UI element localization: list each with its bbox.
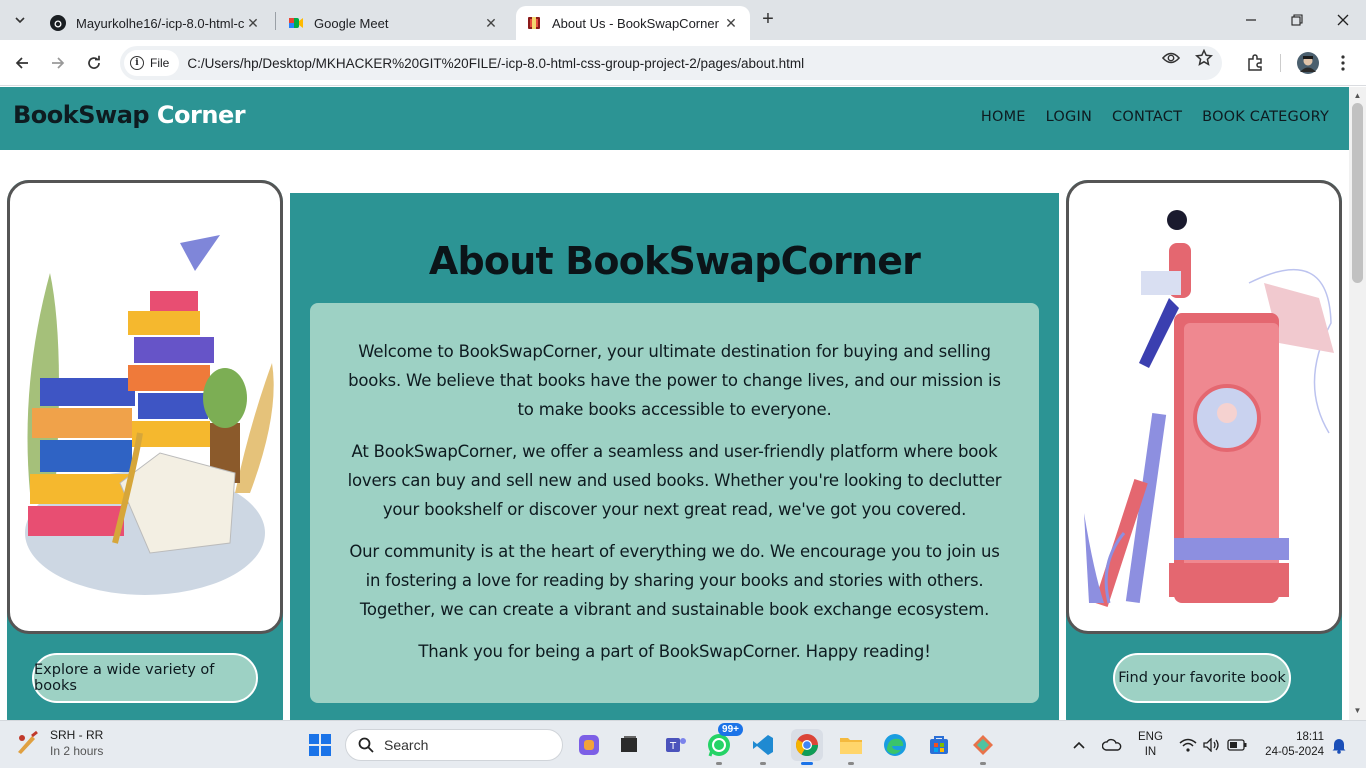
edge-icon[interactable] [879, 729, 911, 761]
language-indicator[interactable]: ENG IN [1138, 730, 1163, 760]
nav-login[interactable]: LOGIN [1046, 109, 1092, 125]
menu-kebab-icon[interactable] [1331, 51, 1355, 75]
chrome-icon[interactable] [791, 729, 823, 765]
forward-arrow-icon[interactable] [46, 51, 70, 75]
left-feature-card: Explore a wide variety of books [7, 180, 283, 720]
weather-title: SRH - RR [50, 728, 104, 742]
tab-about-us[interactable]: About Us - BookSwapCorner ✕ [516, 6, 750, 40]
volume-icon[interactable] [1203, 721, 1221, 769]
running-indicator [980, 762, 986, 765]
about-title: About BookSwapCorner [428, 239, 921, 283]
book-icon [526, 15, 542, 31]
about-text-panel: Welcome to BookSwapCorner, your ultimate… [310, 303, 1039, 703]
vscode-icon[interactable] [747, 729, 779, 765]
url-text[interactable]: C:/Users/hp/Desktop/MKHACKER%20GIT%20FIL… [187, 56, 804, 71]
nav-home[interactable]: HOME [981, 109, 1026, 125]
file-explorer-icon[interactable] [835, 729, 867, 765]
find-favorite-book-button[interactable]: Find your favorite book [1113, 653, 1291, 703]
search-icon [358, 737, 374, 753]
system-clock[interactable]: 18:11 24-05-2024 [1258, 730, 1324, 760]
tray-overflow-icon[interactable] [1072, 721, 1086, 769]
books-stack-illustration [7, 180, 283, 634]
tab-strip: Mayurkolhe16/-icp-8.0-html-css ✕ Google … [0, 0, 1366, 40]
right-feature-card: Find your favorite book [1066, 180, 1342, 720]
battery-icon[interactable] [1227, 721, 1247, 769]
brand-part-1: BookSwap [13, 101, 150, 129]
search-label: Search [384, 737, 429, 753]
tab-github[interactable]: Mayurkolhe16/-icp-8.0-html-css ✕ [40, 6, 272, 40]
page-viewport: BookSwap Corner HOME LOGIN CONTACT BOOK … [0, 87, 1349, 720]
tab-search-dropdown-icon[interactable] [8, 8, 32, 32]
explore-books-button[interactable]: Explore a wide variety of books [32, 653, 258, 703]
scrollbar-thumb[interactable] [1352, 103, 1363, 283]
store-icon[interactable] [923, 729, 955, 761]
minimize-icon[interactable] [1228, 0, 1274, 40]
browser-toolbar: i File C:/Users/hp/Desktop/MKHACKER%20GI… [0, 40, 1366, 86]
nav-book-category[interactable]: BOOK CATEGORY [1202, 109, 1329, 125]
about-paragraph-4: Thank you for being a part of BookSwapCo… [418, 642, 931, 661]
running-indicator [848, 762, 854, 765]
new-tab-plus-icon[interactable]: + [758, 9, 778, 30]
tab-title: About Us - BookSwapCorner [552, 15, 719, 31]
main-nav: HOME LOGIN CONTACT BOOK CATEGORY [981, 109, 1329, 125]
wifi-icon[interactable] [1179, 721, 1197, 769]
reader-on-book-illustration [1066, 180, 1342, 634]
profile-avatar-icon[interactable] [1296, 51, 1320, 75]
clock-date: 24-05-2024 [1265, 746, 1324, 758]
about-section: About BookSwapCorner Welcome to BookSwap… [290, 193, 1059, 720]
restore-icon[interactable] [1274, 0, 1320, 40]
page-scrollbar[interactable]: ▲ ▼ [1349, 87, 1366, 720]
back-arrow-icon[interactable] [10, 51, 34, 75]
about-paragraph-2: At BookSwapCorner, we offer a seamless a… [347, 442, 1002, 519]
git-app-icon[interactable] [967, 729, 999, 765]
active-indicator [801, 762, 813, 765]
notification-bell-icon[interactable] [1331, 721, 1347, 769]
weather-widget[interactable]: SRH - RR In 2 hours [14, 727, 103, 759]
close-tab-icon[interactable]: ✕ [482, 14, 500, 32]
scroll-up-icon[interactable]: ▲ [1349, 89, 1366, 103]
tab-google-meet[interactable]: Google Meet ✕ [278, 6, 510, 40]
close-window-icon[interactable] [1320, 0, 1366, 40]
google-meet-icon [288, 15, 304, 31]
site-info-chip[interactable]: i File [124, 50, 180, 76]
site-logo[interactable]: BookSwap Corner [13, 101, 246, 129]
windows-start-icon[interactable] [304, 729, 336, 761]
onedrive-cloud-icon[interactable] [1102, 721, 1122, 769]
teams-icon[interactable]: T [660, 729, 692, 761]
scroll-down-icon[interactable]: ▼ [1349, 704, 1366, 718]
bookmark-star-icon[interactable] [1195, 49, 1213, 67]
cricket-bat-icon [18, 730, 38, 754]
about-paragraph-3: Our community is at the heart of everyth… [349, 542, 1000, 619]
taskbar-search-box[interactable]: Search [345, 729, 563, 761]
clock-time: 18:11 [1296, 731, 1324, 743]
chip-label: File [150, 56, 170, 70]
eye-icon[interactable] [1162, 49, 1180, 67]
brand-part-2: Corner [156, 101, 246, 129]
copilot-icon[interactable] [573, 729, 605, 761]
whatsapp-icon[interactable]: 99+ [703, 723, 743, 765]
info-icon: i [130, 56, 144, 70]
running-indicator [716, 762, 722, 765]
reload-icon[interactable] [82, 51, 106, 75]
site-header: BookSwap Corner HOME LOGIN CONTACT BOOK … [0, 87, 1349, 150]
lang-line-1: ENG [1138, 731, 1163, 743]
toolbar-divider [1280, 54, 1281, 72]
tab-title: Google Meet [314, 15, 389, 31]
extensions-puzzle-icon[interactable] [1243, 51, 1267, 75]
github-icon [50, 15, 66, 31]
close-tab-icon[interactable]: ✕ [244, 14, 262, 32]
about-paragraph-1: Welcome to BookSwapCorner, your ultimate… [348, 342, 1001, 419]
windows-taskbar: SRH - RR In 2 hours Search T 99+ ENG IN … [0, 720, 1366, 768]
weather-subtitle: In 2 hours [50, 744, 104, 758]
svg-text:T: T [669, 741, 677, 752]
lang-line-2: IN [1144, 746, 1157, 758]
tab-title: Mayurkolhe16/-icp-8.0-html-css [76, 15, 244, 31]
close-tab-icon[interactable]: ✕ [722, 14, 740, 32]
tab-divider [275, 12, 276, 30]
address-bar[interactable]: i File C:/Users/hp/Desktop/MKHACKER%20GI… [120, 46, 1222, 80]
running-indicator [760, 762, 766, 765]
whatsapp-badge: 99+ [718, 723, 743, 736]
task-view-icon[interactable] [613, 729, 645, 761]
nav-contact[interactable]: CONTACT [1112, 109, 1182, 125]
